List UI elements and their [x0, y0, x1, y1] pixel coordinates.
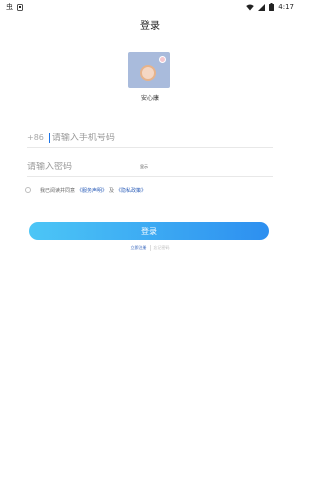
login-button[interactable]: 登录 [29, 222, 269, 240]
logo-badge-icon [159, 56, 166, 63]
status-bar: 虫 4:17 [0, 0, 300, 14]
phone-input[interactable] [51, 132, 162, 143]
agreement-text: 我已阅读并同意 [40, 187, 76, 194]
signal-icon [258, 3, 266, 11]
app-logo-icon [128, 52, 170, 88]
service-link[interactable]: 《服务声明》 [77, 187, 107, 194]
agreement-checkbox[interactable] [25, 187, 31, 193]
country-code[interactable]: +86 [27, 133, 44, 142]
page-title: 登录 [140, 20, 160, 32]
notification-icon [17, 3, 23, 11]
battery-icon [269, 3, 275, 11]
forgot-password-link[interactable]: 忘记密码 [154, 245, 170, 251]
link-divider [149, 245, 151, 251]
password-input[interactable] [27, 161, 137, 172]
agreement-row: 我已阅读并同意 《服务声明》 及 《隐私政策》 [25, 184, 275, 196]
privacy-link[interactable]: 《隐私政策》 [116, 187, 146, 194]
text-caret [48, 132, 50, 143]
show-password-toggle[interactable]: 显示 [140, 164, 148, 170]
bug-icon: 虫 [6, 3, 13, 11]
register-link[interactable]: 立即注册 [131, 245, 147, 251]
bottom-links: 立即注册 忘记密码 [0, 245, 300, 251]
logo-face-icon [140, 65, 156, 81]
app-name: 安心康 [140, 95, 159, 102]
status-time: 4:17 [278, 3, 294, 11]
phone-field[interactable]: +86 [27, 128, 273, 148]
password-field[interactable]: 显示 [27, 157, 273, 177]
wifi-icon [246, 4, 255, 11]
agreement-and: 及 [109, 187, 115, 194]
